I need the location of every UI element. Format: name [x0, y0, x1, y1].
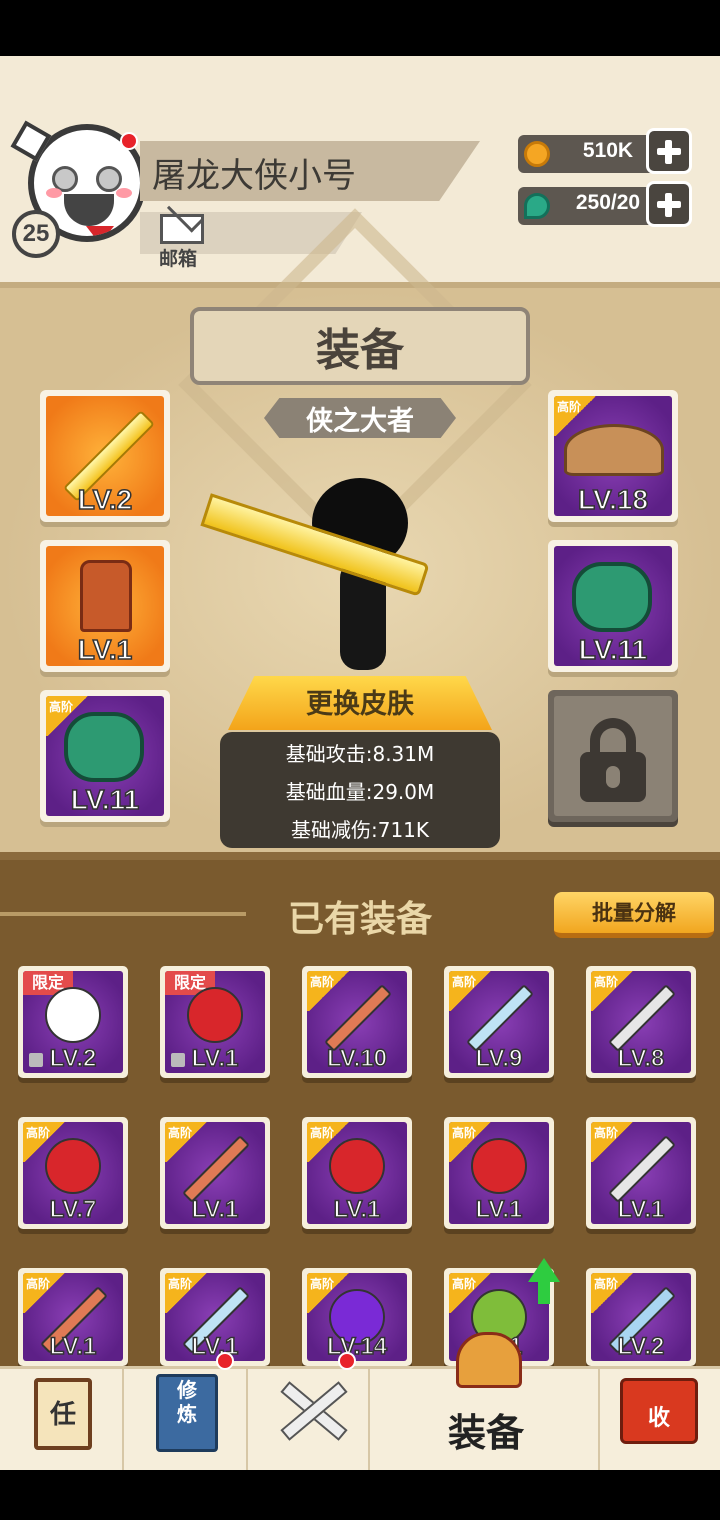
item-level: LV.1	[191, 1195, 239, 1224]
nav-collect-label: 收	[647, 1406, 670, 1431]
equip-slot-armor[interactable]: LV.1	[40, 540, 170, 672]
item-level: LV.1	[475, 1195, 523, 1224]
level-badge: 25	[12, 210, 60, 258]
nav-tasks-label: 任	[49, 1400, 76, 1430]
item-level: LV.2	[617, 1332, 665, 1361]
nav-equipment-label: 装备	[447, 1411, 524, 1455]
jade-value: 250/20	[575, 191, 641, 214]
inventory-item[interactable]: 限定 LV.1	[160, 966, 270, 1078]
player-name: 屠龙大侠小号	[152, 156, 356, 196]
inventory-item[interactable]: 高阶 LV.7	[18, 1117, 128, 1229]
inventory-item[interactable]: 高阶 LV.8	[586, 966, 696, 1078]
item-level: LV.10	[326, 1044, 388, 1073]
battle-notification-dot	[338, 1352, 356, 1370]
helmet-icon	[456, 1332, 522, 1388]
inventory-item[interactable]: 高阶LV.1	[444, 1117, 554, 1229]
equip-slot-hat[interactable]: 高阶 LV.18	[548, 390, 678, 522]
tier-tag: 高阶	[165, 1122, 209, 1162]
status-bar	[0, 0, 720, 56]
slot-level: LV.11	[578, 633, 648, 666]
upgrade-arrow-icon	[528, 1258, 560, 1282]
green-gauntlet-icon	[64, 712, 144, 782]
equip-slot-bracer[interactable]: LV.11	[548, 540, 678, 672]
equip-slot-gauntlet[interactable]: 高阶 LV.11	[40, 690, 170, 822]
item-level: LV.7	[49, 1195, 97, 1224]
armor-icon	[80, 560, 132, 632]
change-skin-label[interactable]: 更换皮肤	[228, 682, 492, 721]
tier-tag: 高阶	[449, 971, 493, 1011]
upgrade-arrow-stem	[538, 1282, 550, 1304]
inventory-item[interactable]: 高阶 LV.1	[160, 1268, 270, 1366]
red-gauntlet-icon	[471, 1138, 527, 1194]
tier-tag: 高阶	[165, 1273, 209, 1313]
inventory-item[interactable]: 限定 LV.2	[18, 966, 128, 1078]
tier-tag: 高阶	[591, 1273, 635, 1313]
slot-level: LV.11	[70, 783, 140, 816]
system-nav-strip	[0, 1470, 720, 1520]
inventory-item[interactable]: 高阶 LV.2	[586, 1268, 696, 1366]
slot-level: LV.18	[577, 483, 649, 516]
add-coins-button[interactable]	[646, 128, 692, 174]
stat-attack: 基础攻击:8.31M	[285, 742, 435, 766]
avatar[interactable]: 25	[10, 120, 147, 259]
nav-cultivation[interactable]: 修炼	[124, 1352, 248, 1470]
inventory-item[interactable]: 高阶 LV.14	[302, 1268, 412, 1366]
lock-icon	[580, 718, 646, 802]
item-level: LV.8	[617, 1044, 665, 1073]
scroll-icon	[45, 987, 101, 1043]
coin-icon	[524, 141, 550, 167]
equipment-subtitle: 侠之大者	[306, 406, 414, 437]
coin-value: 510K	[582, 139, 634, 162]
inventory-item[interactable]: 高阶 LV.1	[18, 1268, 128, 1366]
jade-icon	[524, 193, 550, 219]
mail-label[interactable]: 邮箱	[159, 244, 197, 271]
equip-slot-weapon[interactable]: LV.2	[40, 390, 170, 522]
item-level: LV.1	[191, 1332, 239, 1361]
tier-tag: 高阶	[591, 971, 635, 1011]
nav-collect[interactable]: 收	[600, 1366, 720, 1470]
hero-character	[200, 470, 440, 680]
inventory-item[interactable]: 高阶 LV.9	[444, 966, 554, 1078]
tier-tag: 高阶	[591, 1122, 635, 1162]
red-gauntlet-icon	[45, 1138, 101, 1194]
red-gauntlet-icon	[329, 1138, 385, 1194]
inventory-title: 已有装备	[287, 899, 432, 940]
inventory-item[interactable]: 高阶 LV.10	[302, 966, 412, 1078]
stat-hp: 基础血量:29.0M	[285, 780, 435, 804]
nav-battle[interactable]	[248, 1352, 370, 1470]
cultivation-notification-dot	[216, 1352, 234, 1370]
inventory-item[interactable]: 高阶LV.1	[302, 1117, 412, 1229]
inventory-item[interactable]: 高阶 LV.1	[160, 1117, 270, 1229]
inventory-divider	[0, 912, 246, 916]
item-level: LV.1	[191, 1044, 239, 1073]
batch-decompose-button[interactable]: 批量分解	[554, 892, 714, 938]
tier-tag: 高阶	[23, 1273, 67, 1313]
red-knot-icon	[187, 987, 243, 1043]
slot-level: LV.2	[77, 483, 133, 516]
add-jade-button[interactable]	[646, 181, 692, 227]
slot-level: LV.1	[77, 633, 133, 666]
straw-hat-icon	[564, 424, 664, 476]
inventory-item[interactable]: 高阶 LV.1	[586, 1117, 696, 1229]
item-level: LV.1	[333, 1195, 381, 1224]
item-level: LV.14	[326, 1332, 388, 1361]
green-gauntlet-icon	[572, 562, 652, 632]
equipment-title: 装备	[316, 325, 404, 376]
stat-defense: 基础减伤:711K	[290, 818, 430, 842]
avatar-notification-dot	[120, 132, 138, 150]
nav-cultivation-label: 修炼	[177, 1378, 197, 1426]
item-level: LV.2	[49, 1044, 97, 1073]
item-level: LV.9	[475, 1044, 523, 1073]
item-level: LV.1	[49, 1332, 97, 1361]
tier-tag: 高阶	[307, 971, 351, 1011]
item-level: LV.1	[617, 1195, 665, 1224]
nav-tasks[interactable]: 任	[0, 1366, 124, 1470]
mail-icon[interactable]	[160, 214, 204, 244]
